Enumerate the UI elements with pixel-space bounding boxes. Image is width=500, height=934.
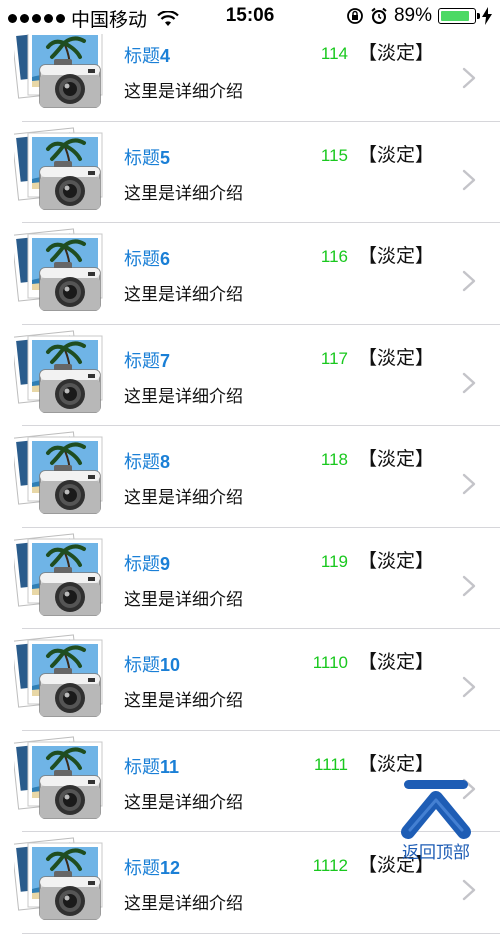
item-detail: 这里是详细介绍: [124, 183, 243, 203]
item-title: 标题11: [124, 753, 179, 779]
status-bar: 中国移动 15:06 89%: [0, 0, 500, 34]
item-tag: 【淡定】: [358, 753, 435, 775]
item-count: 1110: [312, 653, 348, 672]
item-count: 119: [320, 551, 348, 571]
battery-fill: [441, 11, 469, 21]
item-tag: 【淡定】: [358, 43, 435, 64]
item-title-number: 11: [160, 756, 180, 777]
chevron-up-icon: [401, 780, 471, 839]
item-detail: 这里是详细介绍: [124, 82, 243, 101]
photo-camera-icon: [14, 837, 103, 920]
row-separator: [22, 932, 500, 934]
item-count: 115: [320, 145, 348, 165]
item-title-number: 8: [160, 452, 171, 472]
chevron-right-icon: [462, 372, 476, 393]
photo-camera-icon: [14, 431, 103, 514]
item-detail: 这里是详细介绍: [124, 285, 243, 304]
battery-icon: [438, 8, 480, 24]
item-count: 117: [320, 348, 348, 368]
item-title-number: 5: [160, 147, 171, 168]
list-item[interactable]: 标题9 这里是详细介绍 119 【淡定】: [0, 528, 500, 629]
list-item[interactable]: 标题10 这里是详细介绍 1110 【淡定】: [0, 629, 500, 731]
item-title-prefix: 标题: [124, 858, 160, 878]
chevron-right-icon: [462, 169, 476, 190]
status-right: 89%: [346, 5, 492, 27]
photo-camera-icon: [14, 126, 103, 210]
item-tag: 【淡定】: [358, 246, 435, 267]
item-title-number: 10: [160, 655, 181, 675]
item-title: 标题6: [124, 245, 170, 271]
item-title-prefix: 标题: [124, 756, 160, 777]
item-detail: 这里是详细介绍: [124, 792, 243, 812]
photo-camera-icon: [14, 228, 103, 311]
item-title-prefix: 标题: [124, 249, 160, 269]
item-detail: 这里是详细介绍: [124, 894, 243, 913]
chevron-right-icon: [462, 473, 476, 495]
photo-camera-icon: [14, 634, 103, 717]
chevron-right-icon: [462, 676, 476, 698]
item-title: 标题10: [124, 651, 180, 677]
item-title-prefix: 标题: [124, 655, 160, 675]
item-tag: 【淡定】: [358, 144, 435, 166]
item-title-number: 7: [160, 350, 171, 371]
item-title: 标题5: [124, 144, 170, 170]
chevron-right-icon: [462, 67, 476, 89]
photo-camera-icon: [14, 25, 103, 108]
item-title-prefix: 标题: [124, 553, 160, 574]
item-title-prefix: 标题: [124, 350, 160, 371]
item-count: 114: [320, 44, 348, 63]
list-item[interactable]: 标题5 这里是详细介绍 115 【淡定】: [0, 122, 500, 223]
item-tag: 【淡定】: [358, 449, 435, 470]
list-item[interactable]: 标题8 这里是详细介绍 118 【淡定】: [0, 426, 500, 528]
list-item[interactable]: 标题6 这里是详细介绍 116 【淡定】: [0, 223, 500, 325]
alarm-icon: [371, 7, 387, 24]
item-count: 1111: [313, 754, 348, 774]
item-tag: 【淡定】: [358, 652, 435, 673]
rotation-lock-icon: [347, 8, 363, 24]
item-title: 标题7: [124, 347, 170, 373]
charging-bolt-icon: [482, 7, 492, 25]
item-title-prefix: 标题: [124, 46, 160, 66]
item-count: 116: [320, 247, 348, 266]
item-detail: 这里是详细介绍: [124, 488, 243, 507]
photo-camera-icon: [14, 735, 103, 819]
item-count: 118: [320, 450, 348, 469]
item-title-number: 9: [160, 553, 171, 574]
item-tag: 【淡定】: [358, 347, 435, 369]
photo-camera-icon: [14, 532, 103, 616]
item-title-prefix: 标题: [124, 452, 160, 472]
photo-camera-icon: [14, 329, 103, 413]
item-title: 标题4: [124, 42, 170, 68]
battery-percent: 89%: [393, 5, 432, 26]
item-tag: 【淡定】: [358, 550, 435, 572]
item-title: 标题12: [124, 854, 180, 880]
item-detail: 这里是详细介绍: [124, 691, 243, 710]
chevron-right-icon: [462, 270, 476, 292]
list-item[interactable]: 标题7 这里是详细介绍 117 【淡定】: [0, 325, 500, 426]
item-title-number: 12: [160, 858, 181, 878]
back-to-top-button[interactable]: 返回顶部: [396, 776, 476, 862]
item-detail: 这里是详细介绍: [124, 386, 243, 406]
item-title-number: 6: [160, 249, 171, 269]
item-title-number: 4: [160, 46, 171, 66]
chevron-right-icon: [462, 575, 476, 596]
list-item[interactable]: 标题4 这里是详细介绍 114 【淡定】: [0, 20, 500, 122]
item-title: 标题9: [124, 550, 170, 576]
item-count: 1112: [312, 856, 348, 875]
back-to-top-label: 返回顶部: [402, 843, 470, 862]
item-detail: 这里是详细介绍: [124, 589, 243, 609]
chevron-right-icon: [462, 879, 476, 901]
item-title-prefix: 标题: [124, 147, 160, 168]
item-title: 标题8: [124, 448, 170, 474]
